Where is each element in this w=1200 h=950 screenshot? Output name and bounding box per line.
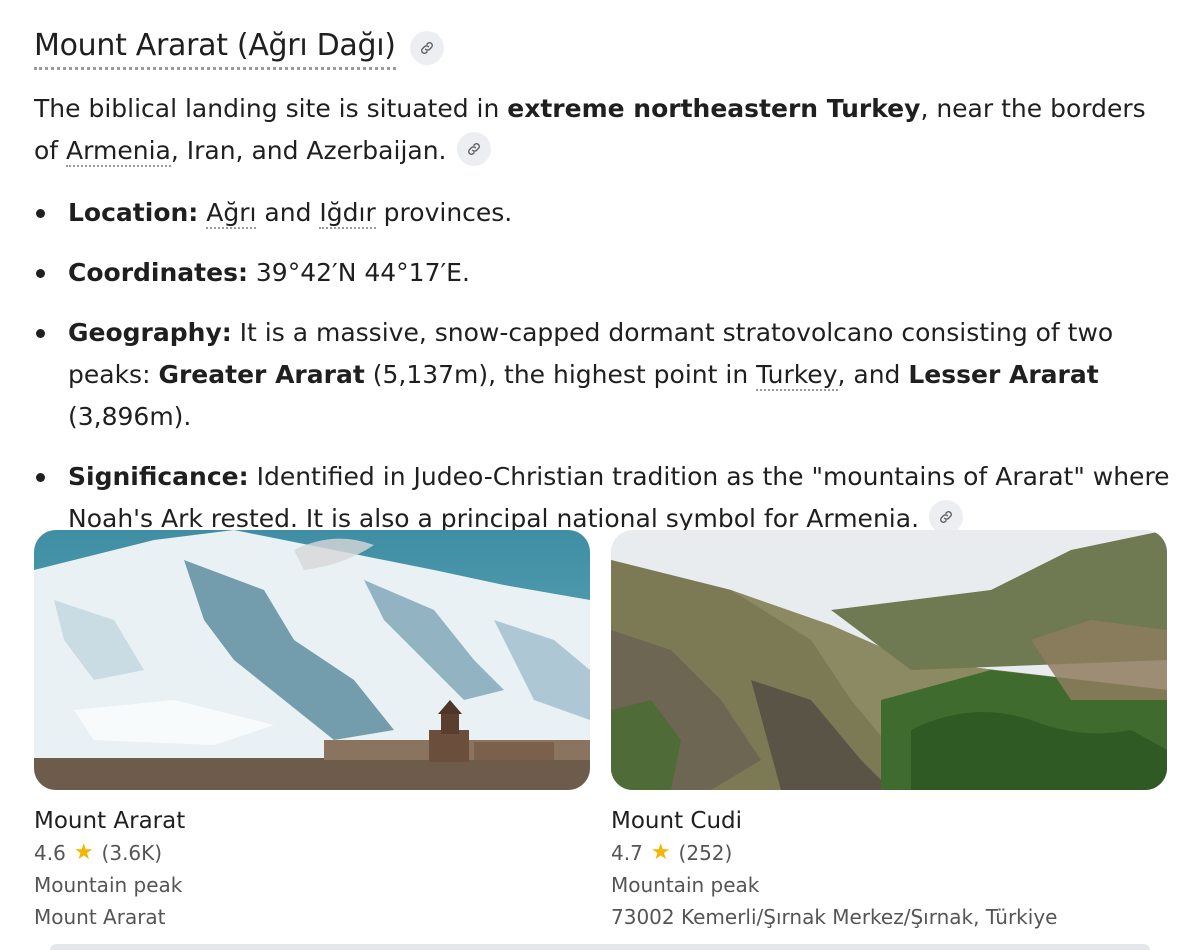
link-icon [940, 511, 952, 523]
location-label: Location: [68, 198, 199, 227]
mount-ararat-photo[interactable] [34, 530, 590, 790]
list-item-geography: Geography: It is a massive, snow-capped … [34, 312, 1174, 438]
place-category: Mountain peak [611, 873, 760, 897]
heading-row: Mount Ararat (Ağrı Dağı) [34, 24, 1174, 72]
star-icon: ★ [650, 840, 671, 865]
geography-label: Geography: [68, 318, 232, 347]
title-source-link-button[interactable] [409, 31, 444, 65]
geography-text: , and [837, 360, 909, 389]
coordinates-value: 39°42′N 44°17′E. [247, 258, 470, 287]
mount-cudi-photo[interactable] [611, 530, 1167, 790]
list-item-location: Location: Ağrı and Iğdır provinces. [34, 192, 1174, 234]
place-address: 73002 Kemerli/Şırnak Merkez/Şırnak, Türk… [611, 905, 1058, 929]
review-count: (3.6K) [101, 841, 163, 865]
answer-content: Mount Ararat (Ağrı Dağı) The biblical la… [34, 24, 1174, 558]
greater-ararat-bold: Greater Ararat [158, 360, 365, 389]
facts-list: Location: Ağrı and Iğdır provinces. Coor… [34, 192, 1174, 540]
intro-paragraph: The biblical landing site is situated in… [34, 88, 1174, 172]
place-card-mount-ararat[interactable]: Mount Ararat 4.6 ★ (3.6K) Mountain peak … [34, 530, 590, 932]
list-item-significance: Significance: Identified in Judeo-Christ… [34, 456, 1174, 540]
link-icon [420, 42, 433, 54]
lesser-ararat-bold: Lesser Ararat [908, 360, 1099, 389]
igdir-link[interactable]: Iğdır [319, 198, 376, 229]
place-address: Mount Ararat [34, 905, 166, 929]
place-rating: 4.7 ★ (252) [611, 838, 1167, 868]
place-name[interactable]: Mount Cudi [611, 806, 1167, 836]
location-text: and [256, 198, 320, 227]
coordinates-label: Coordinates: [68, 258, 248, 287]
armenia-link[interactable]: Armenia [66, 136, 171, 167]
geography-text: (3,896m). [68, 402, 192, 431]
place-category: Mountain peak [34, 873, 183, 897]
next-section-edge [50, 944, 1150, 950]
places-carousel: Mount Ararat 4.6 ★ (3.6K) Mountain peak … [34, 530, 1167, 932]
significance-source-link-button[interactable] [929, 500, 964, 534]
intro-source-link-button[interactable] [456, 132, 491, 166]
rating-value: 4.6 [34, 841, 66, 865]
rating-value: 4.7 [611, 841, 643, 865]
review-count: (252) [678, 841, 733, 865]
place-name[interactable]: Mount Ararat [34, 806, 590, 836]
significance-label: Significance: [68, 462, 249, 491]
significance-text: . [911, 504, 920, 533]
place-rating: 4.6 ★ (3.6K) [34, 838, 590, 868]
intro-text: The biblical landing site is situated in [34, 94, 508, 123]
agri-link[interactable]: Ağrı [206, 198, 257, 229]
intro-text: , Iran, and Azerbaijan. [170, 136, 447, 165]
link-icon [467, 143, 480, 155]
location-text: provinces. [375, 198, 513, 227]
intro-bold-location: extreme northeastern Turkey [507, 94, 921, 123]
geography-text: (5,137m), the highest point in [364, 360, 757, 389]
list-item-coordinates: Coordinates: 39°42′N 44°17′E. [34, 252, 1174, 294]
place-card-mount-cudi[interactable]: Mount Cudi 4.7 ★ (252) Mountain peak 730… [611, 530, 1167, 932]
star-icon: ★ [73, 840, 94, 865]
turkey-link[interactable]: Turkey [756, 360, 838, 391]
page-title[interactable]: Mount Ararat (Ağrı Dağı) [34, 27, 396, 70]
